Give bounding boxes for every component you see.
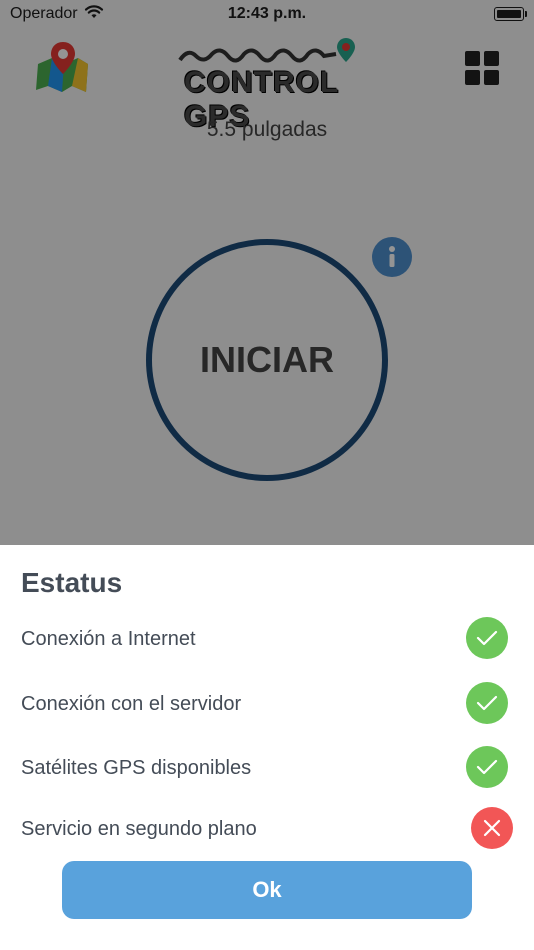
status-label: Satélites GPS disponibles xyxy=(21,757,252,779)
status-label: Conexión con el servidor xyxy=(21,693,242,715)
check-icon xyxy=(466,746,508,788)
status-bar: Operador 12:43 p.m. xyxy=(0,0,534,28)
clock: 12:43 p.m. xyxy=(227,5,307,22)
ok-button[interactable]: Ok xyxy=(62,861,472,919)
status-row-gps: Satélites GPS disponibles xyxy=(21,746,516,790)
status-row-background-service: Servicio en segundo plano xyxy=(21,807,516,851)
check-icon xyxy=(466,682,508,724)
close-icon xyxy=(471,807,513,849)
check-icon xyxy=(466,617,508,659)
sheet-title: Estatus xyxy=(21,567,123,598)
status-sheet: Estatus Conexión a Internet Conexión con… xyxy=(0,545,534,950)
status-label: Conexión a Internet xyxy=(21,628,196,650)
modal-backdrop[interactable] xyxy=(0,0,534,545)
status-row-server: Conexión con el servidor xyxy=(21,682,516,726)
battery-icon xyxy=(494,7,527,21)
status-row-internet: Conexión a Internet xyxy=(21,617,516,661)
status-label: Servicio en segundo plano xyxy=(21,818,257,840)
